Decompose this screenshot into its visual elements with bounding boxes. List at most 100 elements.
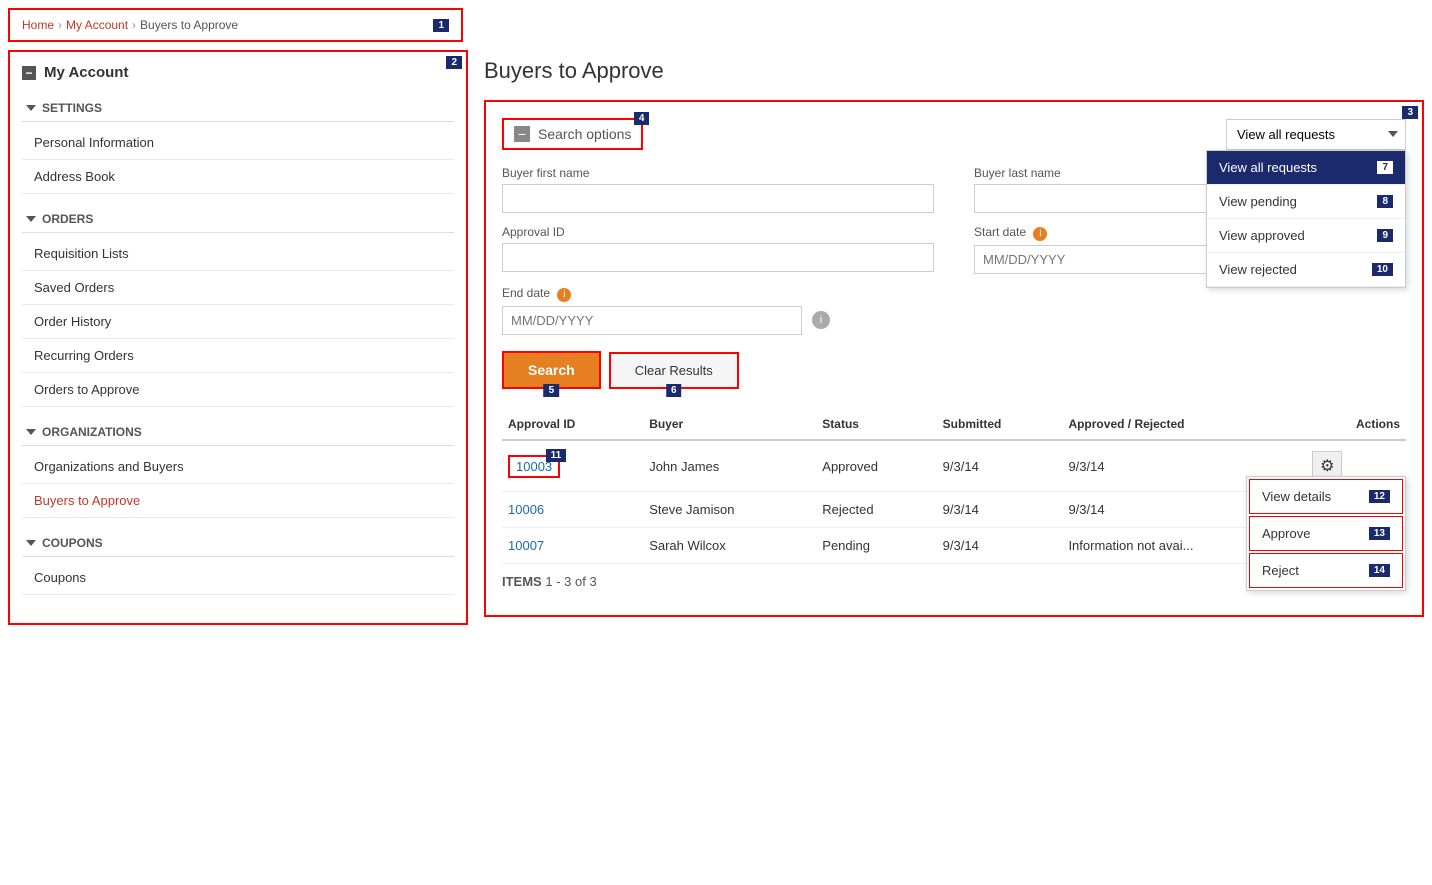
button-row: Search 5 Clear Results 6 bbox=[502, 351, 1406, 389]
breadcrumb: Home › My Account › Buyers to Approve 1 bbox=[8, 8, 463, 42]
sidebar-item-orders-to-approve[interactable]: Orders to Approve bbox=[22, 373, 454, 407]
sidebar-item-requisition-lists[interactable]: Requisition Lists bbox=[22, 237, 454, 271]
dropdown-item-all-label: View all requests bbox=[1219, 160, 1317, 175]
dropdown-item-approved-badge: 9 bbox=[1377, 229, 1393, 242]
sidebar-item-personal-info[interactable]: Personal Information bbox=[22, 126, 454, 160]
row3-status: Pending bbox=[816, 528, 936, 564]
view-filter-select[interactable]: View all requests View pending View appr… bbox=[1226, 119, 1406, 150]
table-row: 10003 11 John James Approved 9/3/14 9/3/… bbox=[502, 440, 1406, 492]
start-date-info-icon[interactable]: i bbox=[1033, 227, 1047, 241]
end-date-input[interactable] bbox=[502, 306, 802, 335]
settings-chevron bbox=[26, 105, 36, 111]
table-body: 10003 11 John James Approved 9/3/14 9/3/… bbox=[502, 440, 1406, 564]
row2-approval-id-link[interactable]: 10006 bbox=[508, 502, 544, 517]
content-area: Buyers to Approve 3 − Search options 4 V… bbox=[484, 50, 1424, 625]
action-approve[interactable]: Approve 13 bbox=[1249, 516, 1403, 551]
end-date-info-icon[interactable]: i bbox=[557, 288, 571, 302]
dropdown-item-approved[interactable]: View approved 9 bbox=[1207, 219, 1405, 253]
table-header: Approval ID Buyer Status Submitted Appro… bbox=[502, 409, 1406, 440]
sidebar-item-recurring-orders[interactable]: Recurring Orders bbox=[22, 339, 454, 373]
action-reject-badge: 14 bbox=[1369, 564, 1390, 577]
action-reject-label: Reject bbox=[1262, 563, 1299, 578]
settings-label: SETTINGS bbox=[42, 101, 102, 115]
search-options-minus-icon: − bbox=[514, 126, 530, 142]
items-range: 1 - 3 of 3 bbox=[545, 574, 596, 589]
row1-id-badge: 11 bbox=[546, 449, 567, 462]
approval-id-label: Approval ID bbox=[502, 225, 934, 239]
dropdown-item-pending-badge: 8 bbox=[1377, 195, 1393, 208]
sidebar-section-organizations: ORGANIZATIONS Organizations and Buyers B… bbox=[22, 419, 454, 518]
sidebar-item-organizations-buyers[interactable]: Organizations and Buyers bbox=[22, 450, 454, 484]
content-panel: 3 − Search options 4 View all requests V… bbox=[484, 100, 1424, 617]
col-approved-rejected: Approved / Rejected bbox=[1062, 409, 1306, 440]
row2-status: Rejected bbox=[816, 492, 936, 528]
row1-id-cell: 10003 11 bbox=[502, 440, 643, 492]
clear-results-button[interactable]: Clear Results 6 bbox=[609, 352, 739, 389]
orders-label: ORDERS bbox=[42, 212, 93, 226]
sidebar-item-buyers-to-approve[interactable]: Buyers to Approve bbox=[22, 484, 454, 518]
end-date-label: End date i bbox=[502, 286, 802, 302]
action-view-details[interactable]: View details 12 bbox=[1249, 479, 1403, 514]
dropdown-menu: View all requests 7 View pending 8 View … bbox=[1206, 150, 1406, 288]
sidebar: 2 − My Account SETTINGS Personal Informa… bbox=[8, 50, 468, 625]
search-options-label: Search options bbox=[538, 126, 631, 142]
items-label: ITEMS bbox=[502, 574, 542, 589]
organizations-header[interactable]: ORGANIZATIONS bbox=[22, 419, 454, 446]
breadcrumb-current: Buyers to Approve bbox=[140, 18, 238, 32]
dropdown-item-all-badge: 7 bbox=[1377, 161, 1393, 174]
breadcrumb-sep2: › bbox=[132, 18, 136, 32]
actions-dropdown: View details 12 Approve 13 Reject bbox=[1246, 476, 1406, 591]
breadcrumb-my-account[interactable]: My Account bbox=[66, 18, 128, 32]
row1-approval-id-link[interactable]: 10003 11 bbox=[508, 455, 560, 478]
coupons-label: COUPONS bbox=[42, 536, 103, 550]
col-buyer: Buyer bbox=[643, 409, 816, 440]
dropdown-item-rejected-badge: 10 bbox=[1372, 263, 1393, 276]
action-view-details-label: View details bbox=[1262, 489, 1331, 504]
dropdown-item-pending[interactable]: View pending 8 bbox=[1207, 185, 1405, 219]
row2-submitted: 9/3/14 bbox=[937, 492, 1063, 528]
settings-header[interactable]: SETTINGS bbox=[22, 95, 454, 122]
coupons-chevron bbox=[26, 540, 36, 546]
buyer-first-name-input[interactable] bbox=[502, 184, 934, 213]
breadcrumb-sep1: › bbox=[58, 18, 62, 32]
dropdown-item-approved-label: View approved bbox=[1219, 228, 1305, 243]
organizations-label: ORGANIZATIONS bbox=[42, 425, 142, 439]
search-button[interactable]: Search 5 bbox=[502, 351, 601, 389]
end-date-extra-info-icon[interactable]: i bbox=[812, 311, 830, 329]
sidebar-badge: 2 bbox=[446, 56, 462, 69]
row3-submitted: 9/3/14 bbox=[937, 528, 1063, 564]
orders-chevron bbox=[26, 216, 36, 222]
approval-id-input[interactable] bbox=[502, 243, 934, 272]
orders-header[interactable]: ORDERS bbox=[22, 206, 454, 233]
sidebar-item-order-history[interactable]: Order History bbox=[22, 305, 454, 339]
coupons-header[interactable]: COUPONS bbox=[22, 530, 454, 557]
sidebar-section-settings: SETTINGS Personal Information Address Bo… bbox=[22, 95, 454, 194]
breadcrumb-home[interactable]: Home bbox=[22, 18, 54, 32]
search-button-badge: 5 bbox=[544, 384, 560, 397]
dropdown-item-pending-label: View pending bbox=[1219, 194, 1297, 209]
buyer-first-name-group: Buyer first name bbox=[502, 166, 934, 213]
dropdown-item-all[interactable]: View all requests 7 bbox=[1207, 151, 1405, 185]
sidebar-title: − My Account bbox=[22, 64, 454, 81]
row1-status: Approved bbox=[816, 440, 936, 492]
action-reject[interactable]: Reject 14 bbox=[1249, 553, 1403, 588]
row3-approval-id-link[interactable]: 10007 bbox=[508, 538, 544, 553]
main-layout: 2 − My Account SETTINGS Personal Informa… bbox=[0, 50, 1432, 633]
sidebar-item-address-book[interactable]: Address Book bbox=[22, 160, 454, 194]
row1-actions-cell: ⚙ View details 12 Approve 13 bbox=[1306, 440, 1406, 492]
buyer-first-name-label: Buyer first name bbox=[502, 166, 934, 180]
row2-buyer: Steve Jamison bbox=[643, 492, 816, 528]
sidebar-item-saved-orders[interactable]: Saved Orders bbox=[22, 271, 454, 305]
view-filter-dropdown[interactable]: View all requests View pending View appr… bbox=[1226, 119, 1406, 150]
sidebar-item-coupons[interactable]: Coupons bbox=[22, 561, 454, 595]
dropdown-item-rejected[interactable]: View rejected 10 bbox=[1207, 253, 1405, 287]
search-options-badge: 4 bbox=[634, 112, 650, 125]
content-panel-badge: 3 bbox=[1402, 106, 1418, 119]
action-approve-badge: 13 bbox=[1369, 527, 1390, 540]
search-options-toggle[interactable]: − Search options 4 bbox=[502, 118, 643, 150]
page-title: Buyers to Approve bbox=[484, 58, 1424, 84]
row3-buyer: Sarah Wilcox bbox=[643, 528, 816, 564]
organizations-chevron bbox=[26, 429, 36, 435]
row1-buyer: John James bbox=[643, 440, 816, 492]
row1-submitted: 9/3/14 bbox=[937, 440, 1063, 492]
